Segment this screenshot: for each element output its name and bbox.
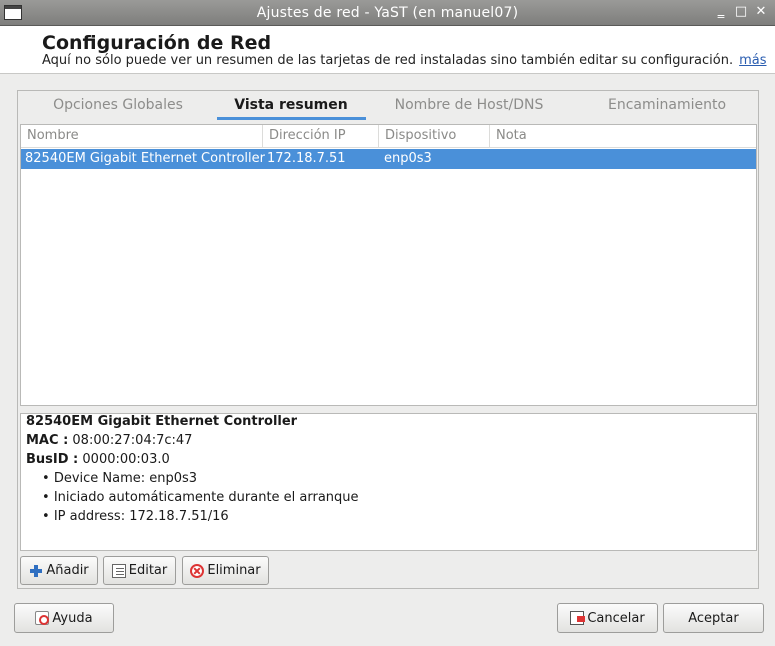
busid-label: BusID : [26,452,79,467]
cell-dispositivo: enp0s3 [384,151,432,166]
table-row[interactable]: 82540EM Gigabit Ethernet Controller 172.… [21,149,756,169]
page-title: Configuración de Red [42,32,272,54]
delete-icon [190,563,205,578]
more-link[interactable]: más [739,53,766,68]
subtitle-text: Aquí no sólo puede ver un resumen de las… [42,53,734,68]
cell-nombre: 82540EM Gigabit Ethernet Controller [25,151,265,166]
accept-button-label: Aceptar [688,610,739,626]
edit-icon [111,563,126,578]
mac-label: MAC : [26,433,69,448]
column-header-nota[interactable]: Nota [490,125,756,148]
window-titlebar[interactable]: Ajustes de red - YaST (en manuel07) ‗ □ … [0,0,775,26]
plus-icon [29,564,43,578]
minimize-icon[interactable]: ‗ [713,4,729,20]
edit-button-label: Editar [128,563,168,578]
details-item: • Device Name: enp0s3 [42,471,198,486]
details-item-text: Iniciado automáticamente durante el arra… [53,490,359,505]
active-tab-indicator [217,117,366,120]
tab-encaminamiento[interactable]: Encaminamiento [587,97,747,113]
add-button[interactable]: Añadir [20,556,98,585]
column-header-dispositivo[interactable]: Dispositivo [379,125,490,148]
device-details-pane: 82540EM Gigabit Ethernet Controller MAC … [20,413,757,551]
details-item: • Iniciado automáticamente durante el ar… [42,490,359,505]
tab-nombre-host-dns[interactable]: Nombre de Host/DNS [379,97,559,113]
column-header-ip[interactable]: Dirección IP [263,125,379,148]
table-header: Nombre Dirección IP Dispositivo Nota [21,125,756,148]
accept-button[interactable]: Aceptar [663,603,764,633]
details-title: 82540EM Gigabit Ethernet Controller [26,414,298,429]
add-button-label: Añadir [46,563,89,578]
details-busid: BusID : 0000:00:03.0 [26,452,170,467]
network-cards-table[interactable]: Nombre Dirección IP Dispositivo Nota 825… [20,124,757,406]
help-icon [35,611,50,625]
help-button-label: Ayuda [52,610,93,626]
page-subtitle: Aquí no sólo puede ver un resumen de las… [42,53,767,68]
dialog-header: Configuración de Red Aquí no sólo puede … [0,26,775,74]
close-icon[interactable]: ✕ [753,4,769,20]
tab-vista-resumen[interactable]: Vista resumen [217,97,365,113]
mac-value: 08:00:27:04:7c:47 [72,433,193,448]
delete-button-label: Eliminar [207,563,261,578]
details-item-text: Device Name: enp0s3 [53,471,198,486]
maximize-icon[interactable]: □ [733,4,749,20]
cancel-button[interactable]: Cancelar [557,603,658,633]
cell-ip: 172.18.7.51 [267,151,346,166]
details-item: • IP address: 172.18.7.51/16 [42,509,229,524]
window-title: Ajustes de red - YaST (en manuel07) [256,5,519,21]
cancel-button-label: Cancelar [587,610,645,626]
details-mac: MAC : 08:00:27:04:7c:47 [26,433,192,448]
delete-button[interactable]: Eliminar [182,556,269,585]
help-button[interactable]: Ayuda [14,603,114,633]
details-item-text: IP address: 172.18.7.51/16 [53,509,229,524]
tab-bar: Opciones Globales Vista resumen Nombre d… [18,91,758,121]
cancel-icon [570,611,586,625]
main-panel: Opciones Globales Vista resumen Nombre d… [17,90,759,589]
column-header-nombre[interactable]: Nombre [21,125,263,148]
tab-opciones-globales[interactable]: Opciones Globales [32,97,204,113]
edit-button[interactable]: Editar [103,556,176,585]
busid-value: 0000:00:03.0 [82,452,170,467]
cell-nota [491,149,495,169]
